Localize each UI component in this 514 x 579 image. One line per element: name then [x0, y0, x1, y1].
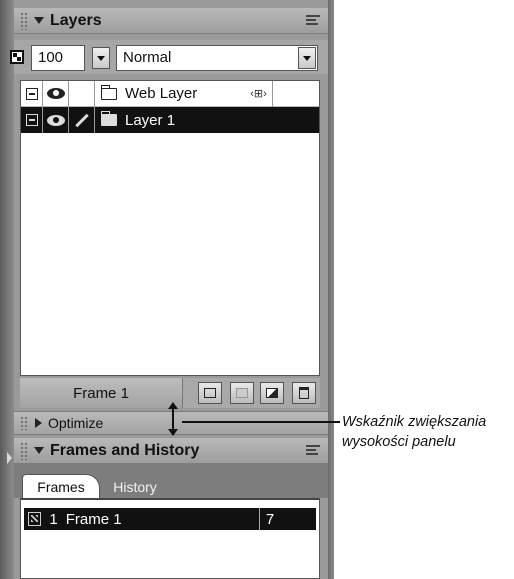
callout-line-2: wysokości panelu: [342, 434, 456, 450]
resize-vertical-icon[interactable]: [168, 402, 178, 436]
layers-panel-titlebar[interactable]: Layers: [14, 8, 328, 34]
collapse-layer-icon[interactable]: [25, 87, 38, 100]
frame-delay[interactable]: 7: [258, 508, 316, 530]
blend-mode-select[interactable]: Normal: [116, 45, 318, 71]
panel-menu-icon[interactable]: [306, 15, 320, 27]
share-icon[interactable]: ‹⊞›: [250, 87, 267, 100]
panel-menu-icon[interactable]: [306, 445, 320, 457]
pencil-icon[interactable]: [74, 113, 89, 127]
eye-icon[interactable]: [46, 88, 65, 99]
add-mask-button[interactable]: [230, 382, 254, 404]
layer-name: Layer 1: [125, 111, 176, 129]
frame-row[interactable]: 1 Frame 1 7: [24, 508, 316, 530]
layer-row-layer-1[interactable]: Layer 1: [21, 107, 319, 133]
add-mask-icon: [236, 388, 248, 398]
layer-name: Web Layer: [125, 85, 198, 102]
tab-history[interactable]: History: [100, 474, 170, 499]
layers-panel-title: Layers: [50, 11, 102, 29]
duplicate-layer-icon: [266, 388, 278, 398]
frames-history-panel-titlebar[interactable]: Frames and History: [14, 438, 328, 464]
grip-icon[interactable]: [20, 441, 28, 460]
frames-history-panel-title: Frames and History: [50, 441, 200, 459]
folder-icon: [101, 111, 117, 126]
opacity-icon: [10, 50, 24, 64]
grip-icon[interactable]: [20, 11, 28, 30]
collapse-triangle-icon[interactable]: [34, 447, 44, 454]
layer-row-web-layer[interactable]: Web Layer ‹⊞›: [21, 80, 319, 107]
optimize-panel-title: Optimize: [48, 415, 104, 431]
panel-dock-border: [328, 0, 334, 579]
collapse-layer-icon[interactable]: [25, 114, 38, 126]
opacity-slider-button[interactable]: [92, 47, 110, 69]
tab-frames[interactable]: Frames: [22, 474, 100, 499]
expand-triangle-icon[interactable]: [35, 418, 42, 428]
callout-line: [182, 421, 340, 423]
duplicate-layer-button[interactable]: [260, 382, 284, 404]
eye-icon[interactable]: [46, 114, 65, 126]
grip-icon[interactable]: [20, 416, 28, 430]
collapse-triangle-icon[interactable]: [34, 17, 44, 24]
blend-mode-dropdown-button[interactable]: [298, 47, 316, 69]
frame-name: Frame 1: [65, 510, 122, 528]
folder-icon: [101, 84, 117, 100]
opacity-input[interactable]: 100: [31, 45, 85, 71]
callout-line-1: Wskaźnik zwiększania: [342, 414, 487, 430]
delete-layer-button[interactable]: [292, 382, 316, 404]
frame-visibility-icon[interactable]: [28, 512, 42, 526]
frames-list: 1 Frame 1 7: [20, 498, 320, 579]
layer-list: Web Layer ‹⊞› Layer 1: [20, 80, 320, 376]
current-frame-label[interactable]: Frame 1: [20, 378, 183, 408]
callout-text: Wskaźnik zwiększania wysokości panelu: [342, 412, 514, 452]
frame-number: 1: [49, 510, 58, 528]
new-layer-button[interactable]: [198, 382, 222, 404]
app-window-edge: [0, 0, 14, 579]
new-layer-icon: [204, 388, 216, 398]
collapse-panel-arrow-icon[interactable]: [7, 452, 12, 464]
edit-toggle-empty[interactable]: [69, 80, 95, 107]
trash-icon: [299, 387, 309, 399]
